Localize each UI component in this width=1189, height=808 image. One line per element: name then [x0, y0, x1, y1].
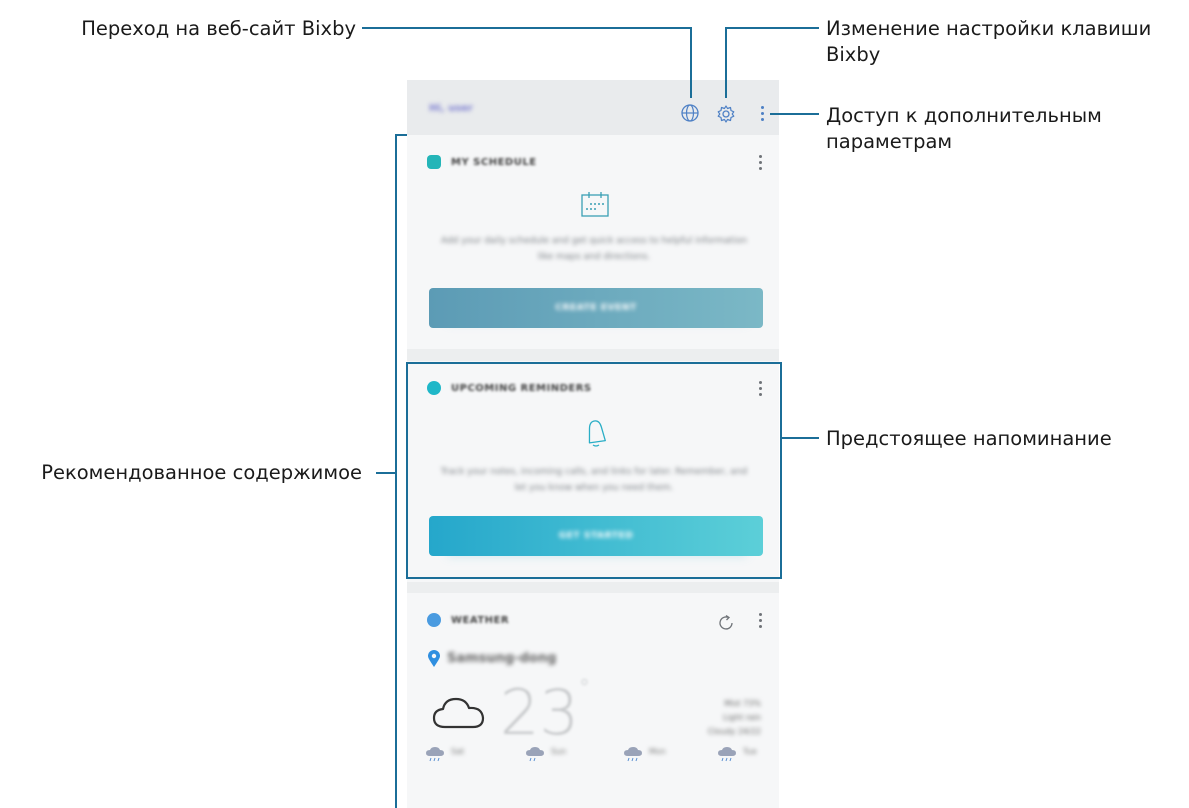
forecast-day: Sat — [451, 747, 465, 756]
card-my-schedule[interactable]: MY SCHEDULE Add your daily schedule and … — [407, 135, 779, 349]
callout-line — [770, 113, 819, 115]
callout-line — [376, 472, 397, 474]
callout-recommended: Рекомендованное содержимое — [41, 461, 362, 484]
callout-settings-line2: Bixby — [826, 43, 881, 66]
callout-line — [725, 27, 727, 98]
forecast-day: Sun — [551, 747, 567, 756]
weather-detail: Cloudy 24/22 — [707, 727, 761, 736]
temperature-value: 23 — [500, 676, 579, 749]
callout-more-line2: параметрам — [826, 130, 953, 153]
more-options-icon[interactable] — [759, 106, 765, 122]
gear-icon[interactable] — [716, 104, 736, 124]
create-event-button[interactable]: CREATE EVENT — [429, 288, 763, 328]
temperature-unit: ° — [578, 676, 590, 701]
card-title: MY SCHEDULE — [451, 156, 537, 168]
button-label: CREATE EVENT — [555, 303, 637, 313]
callout-line — [725, 27, 819, 29]
rain-cloud-icon — [718, 747, 736, 762]
card-header: WEATHER — [427, 613, 509, 627]
calendar-icon — [580, 190, 610, 222]
callout-line — [690, 27, 692, 98]
card-header: MY SCHEDULE — [427, 155, 537, 169]
forecast-item: Mon — [623, 746, 671, 764]
location-name: Samsung-dong — [447, 651, 557, 666]
callout-more-options: Доступ к дополнительным параметрам — [826, 103, 1102, 155]
weather-app-icon — [427, 613, 441, 627]
forecast-day: Mon — [649, 747, 666, 756]
weather-detail: Mist 73% — [724, 699, 761, 708]
callout-line — [395, 134, 397, 808]
card-more-icon[interactable] — [758, 613, 762, 631]
callout-website: Переход на веб-сайт Bixby — [81, 17, 356, 40]
card-description: Add your daily schedule and get quick ac… — [440, 236, 748, 262]
callout-line — [362, 27, 692, 29]
rain-cloud-icon — [624, 747, 642, 762]
card-weather[interactable]: WEATHER Samsung-dong 23° Mist 73% Light … — [407, 593, 779, 808]
card-title: WEATHER — [451, 614, 510, 626]
app-title: Hi, user — [429, 103, 473, 114]
forecast-item: Sat — [425, 746, 473, 764]
rain-cloud-icon — [526, 747, 544, 762]
callout-line — [782, 437, 819, 439]
schedule-app-icon — [427, 155, 441, 169]
globe-icon[interactable] — [680, 103, 700, 123]
card-more-icon[interactable] — [758, 155, 762, 173]
callout-line — [395, 134, 407, 136]
location-pin-icon — [427, 650, 441, 672]
app-bar: Hi, user — [407, 80, 779, 135]
forecast-item: Tue — [717, 746, 765, 764]
callout-settings: Изменение настройки клавиши Bixby — [826, 16, 1151, 68]
forecast-item: Sun — [525, 746, 573, 764]
temperature: 23° — [500, 676, 590, 749]
forecast-day: Tue — [743, 747, 757, 756]
weather-detail: Light rain — [723, 713, 761, 722]
cloud-icon — [431, 693, 487, 737]
refresh-icon[interactable] — [717, 614, 735, 636]
rain-cloud-icon — [426, 747, 444, 762]
callout-settings-line1: Изменение настройки клавиши — [826, 17, 1152, 40]
callout-more-line1: Доступ к дополнительным — [826, 104, 1102, 127]
forecast-row: Sat Sun Mon Tue — [425, 746, 765, 796]
weather-details: Mist 73% Light rain Cloudy 24/22 — [708, 697, 761, 739]
reminder-highlight-box — [406, 362, 782, 579]
callout-reminder: Предстоящее напоминание — [826, 427, 1112, 450]
